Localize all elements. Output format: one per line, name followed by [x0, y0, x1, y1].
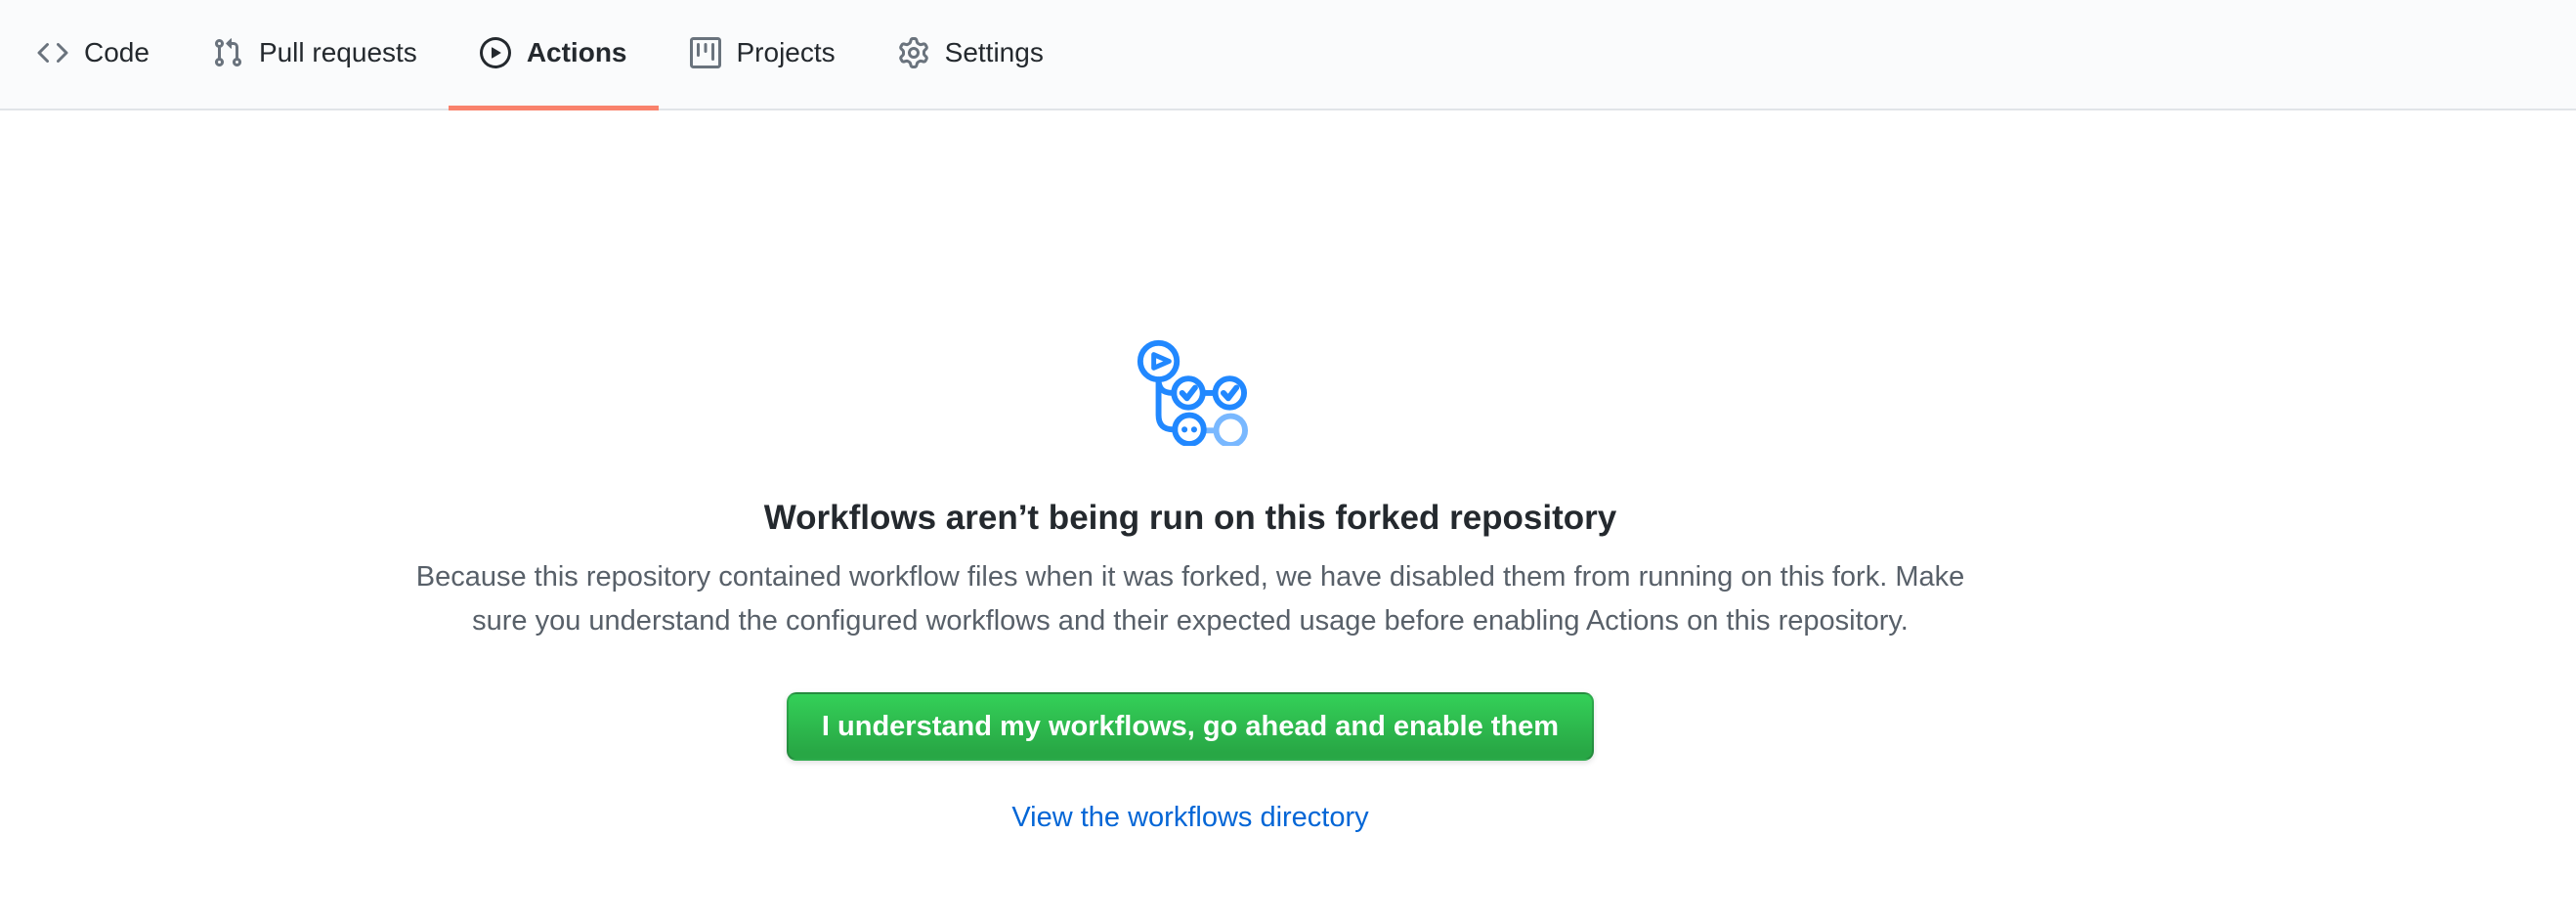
tab-actions[interactable]: Actions: [449, 0, 659, 110]
tab-code[interactable]: Code: [6, 0, 181, 110]
tab-pull-requests-label: Pull requests: [259, 39, 417, 66]
tab-code-label: Code: [84, 39, 150, 66]
git-pull-request-icon: [212, 37, 243, 68]
enable-button-row: I understand my workflows, go ahead and …: [389, 643, 1992, 761]
tab-pull-requests[interactable]: Pull requests: [181, 0, 449, 110]
workflows-link-row: View the workflows directory: [389, 796, 1992, 840]
code-icon: [37, 37, 68, 68]
tab-projects[interactable]: Projects: [659, 0, 867, 110]
play-icon: [480, 37, 511, 68]
view-workflows-directory-link[interactable]: View the workflows directory: [1011, 802, 1368, 833]
tab-settings[interactable]: Settings: [867, 0, 1075, 110]
gear-icon: [898, 37, 929, 68]
project-icon: [690, 37, 721, 68]
workflow-graph-icon: [1133, 330, 1248, 446]
tab-actions-label: Actions: [527, 39, 627, 66]
tab-settings-label: Settings: [945, 39, 1044, 66]
repo-tab-nav: Code Pull requests Actions Projects Sett…: [0, 0, 2576, 110]
actions-blankslate: Workflows aren’t being run on this forke…: [389, 110, 1992, 840]
blankslate-title: Workflows aren’t being run on this forke…: [389, 496, 1992, 540]
tab-projects-label: Projects: [737, 39, 836, 66]
blankslate-description: Because this repository contained workfl…: [399, 555, 1982, 643]
enable-workflows-button[interactable]: I understand my workflows, go ahead and …: [787, 692, 1594, 761]
